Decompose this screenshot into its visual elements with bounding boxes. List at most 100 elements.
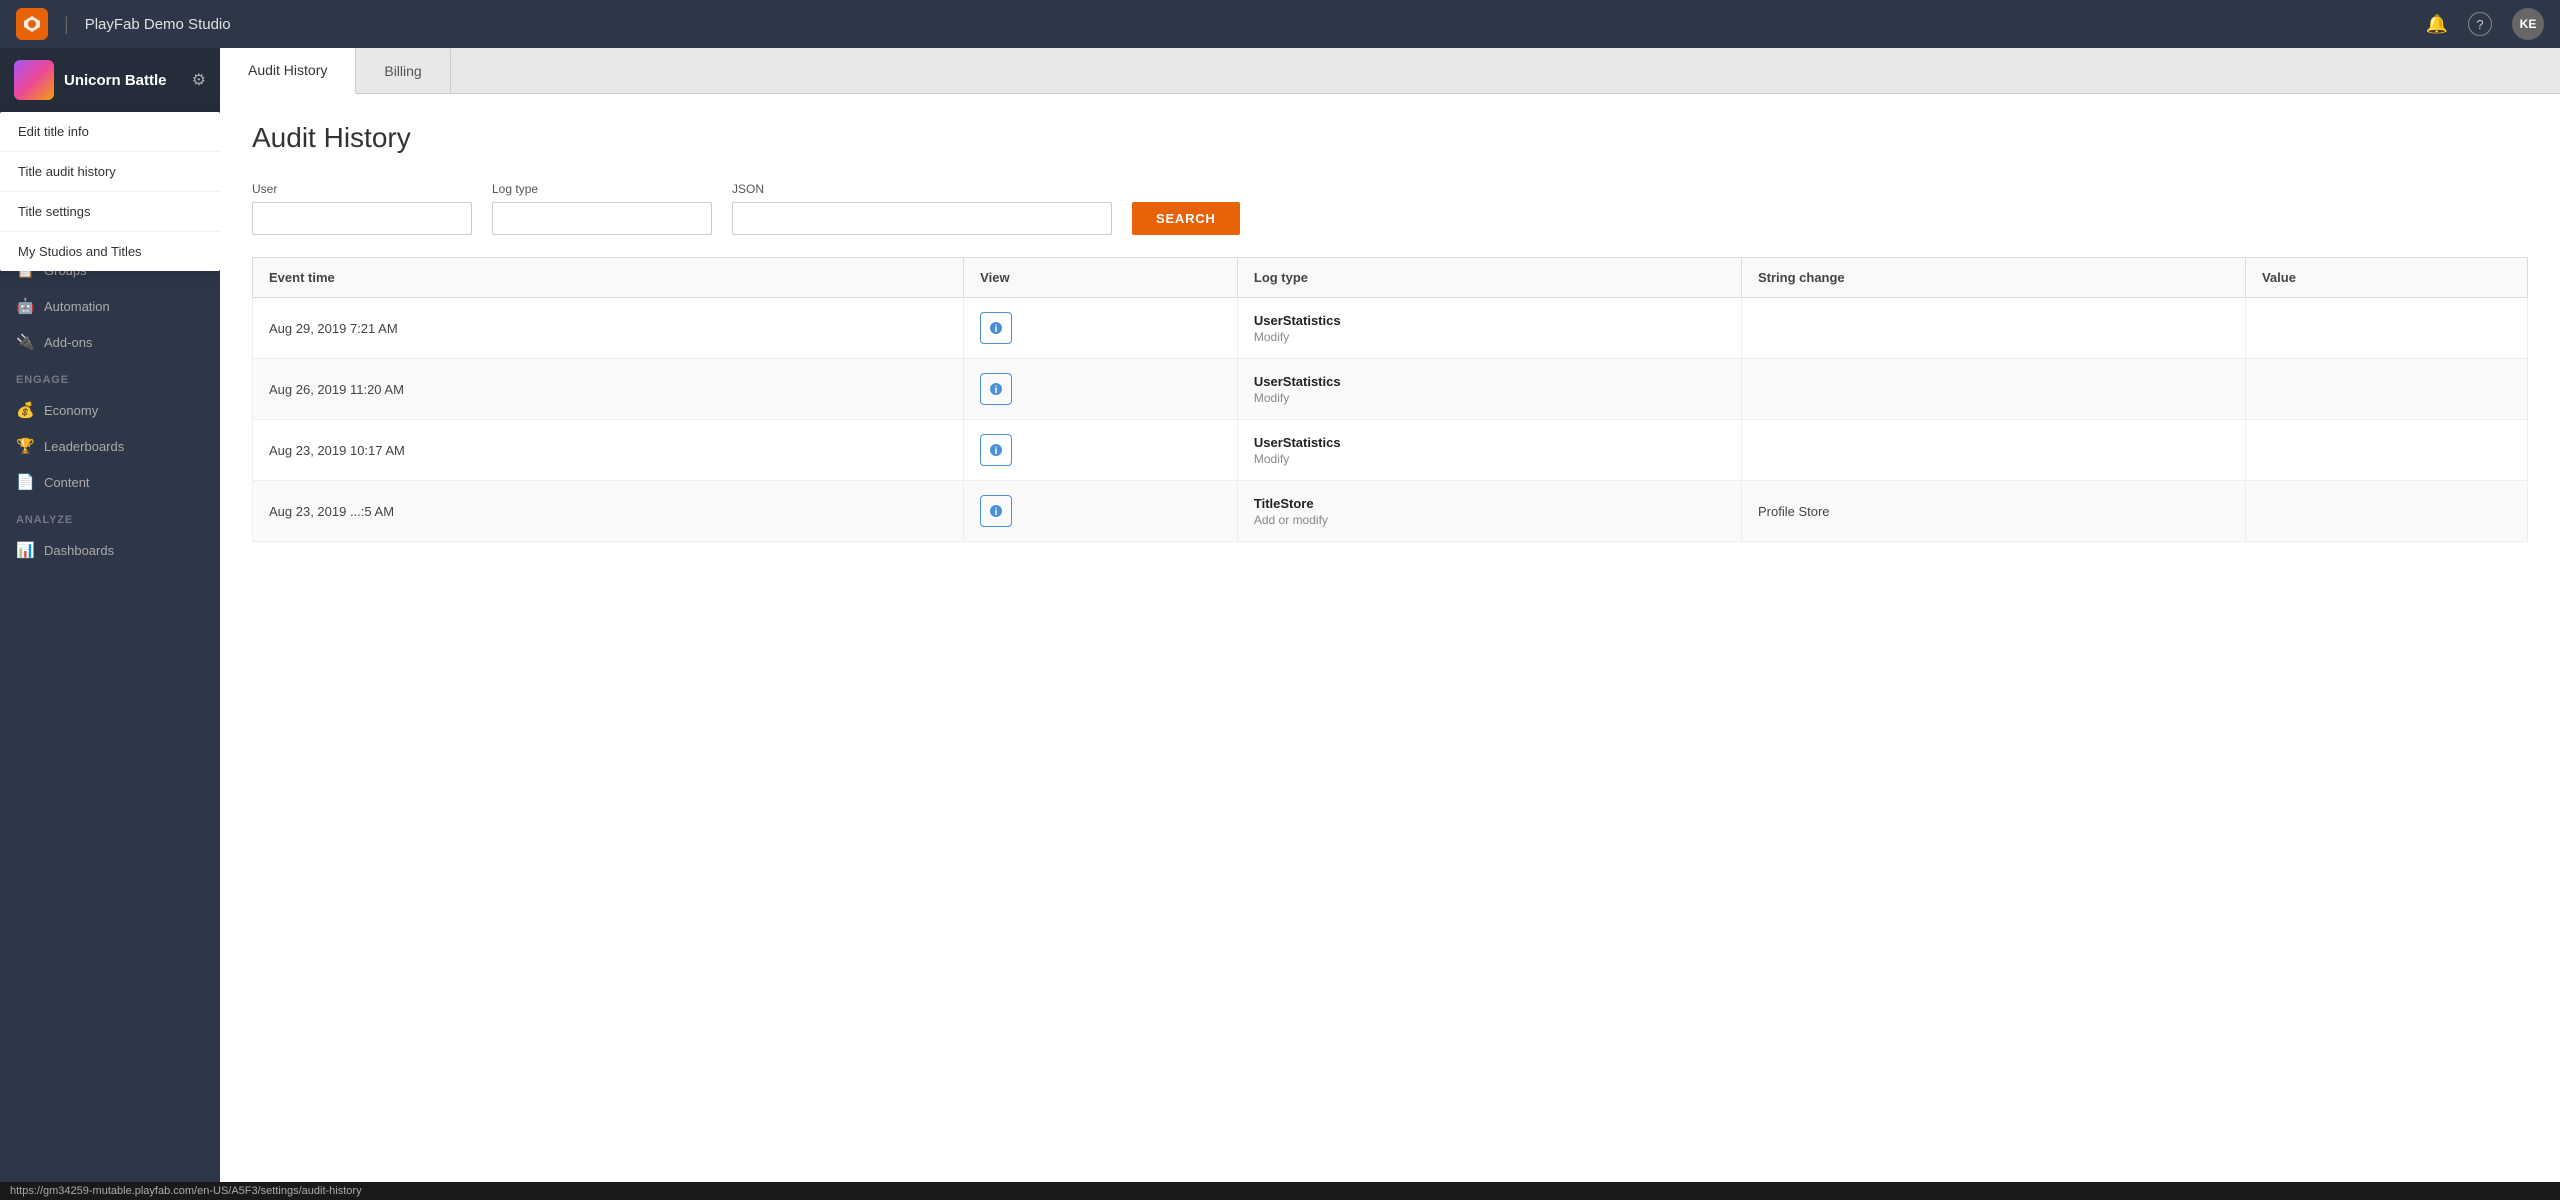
bell-icon[interactable]: 🔔: [2426, 14, 2448, 35]
dropdown-menu: Edit title info Title audit history Titl…: [0, 112, 220, 271]
svg-text:i: i: [995, 446, 998, 457]
dropdown-item-audit[interactable]: Title audit history: [0, 152, 220, 192]
filter-group-user: User: [252, 182, 472, 235]
col-value: Value: [2245, 258, 2527, 298]
sidebar-item-addons[interactable]: 🔌 Add-ons: [0, 324, 220, 360]
col-string-change: String change: [1741, 258, 2245, 298]
view-button[interactable]: i: [980, 495, 1012, 527]
filter-group-json: JSON: [732, 182, 1112, 235]
page-body: Audit History User Log type JSON SEARCH: [220, 94, 2560, 1200]
game-title: Unicorn Battle: [64, 72, 167, 89]
cell-view: i: [964, 359, 1238, 420]
log-type-sub: Add or modify: [1254, 513, 1725, 527]
filter-input-user[interactable]: [252, 202, 472, 235]
tab-bar: Audit History Billing: [220, 48, 2560, 94]
cell-string-change: [1741, 359, 2245, 420]
sidebar-item-leaderboards[interactable]: 🏆 Leaderboards: [0, 428, 220, 464]
user-avatar[interactable]: KE: [2512, 8, 2544, 40]
status-url: https://gm34259-mutable.playfab.com/en-U…: [10, 1185, 362, 1197]
help-icon[interactable]: ?: [2468, 12, 2492, 36]
view-button[interactable]: i: [980, 373, 1012, 405]
filter-label-user: User: [252, 182, 472, 196]
table-row: Aug 23, 2019 ...:5 AM i TitleStore Add or m…: [253, 481, 2528, 542]
cell-log-type: TitleStore Add or modify: [1237, 481, 1741, 542]
addons-icon: 🔌: [16, 333, 34, 351]
studio-name: PlayFab Demo Studio: [85, 16, 231, 33]
sidebar-item-economy[interactable]: 💰 Economy: [0, 392, 220, 428]
cell-event-time: Aug 23, 2019 10:17 AM: [253, 420, 964, 481]
filter-group-logtype: Log type: [492, 182, 712, 235]
col-event-time: Event time: [253, 258, 964, 298]
dropdown-item-studios[interactable]: My Studios and Titles: [0, 232, 220, 271]
cell-event-time: Aug 26, 2019 11:20 AM: [253, 359, 964, 420]
svg-text:i: i: [995, 385, 998, 396]
view-button[interactable]: i: [980, 434, 1012, 466]
sidebar-label-automation: Automation: [44, 299, 110, 314]
log-type-main: UserStatistics: [1254, 374, 1725, 389]
app-logo[interactable]: [16, 8, 48, 40]
log-type-main: TitleStore: [1254, 496, 1725, 511]
table-row: Aug 29, 2019 7:21 AM i UserStatistics Modif…: [253, 298, 2528, 359]
sidebar: Unicorn Battle ⚙ Edit title info Title a…: [0, 48, 220, 1200]
dropdown-item-edit[interactable]: Edit title info: [0, 112, 220, 152]
log-type-sub: Modify: [1254, 391, 1725, 405]
sidebar-label-economy: Economy: [44, 403, 98, 418]
sidebar-header[interactable]: Unicorn Battle ⚙ Edit title info Title a…: [0, 48, 220, 112]
sidebar-label-content: Content: [44, 475, 90, 490]
search-button[interactable]: SEARCH: [1132, 202, 1240, 235]
filter-row: User Log type JSON SEARCH: [252, 182, 2528, 235]
cell-string-change: [1741, 298, 2245, 359]
page-heading: Audit History: [252, 122, 2528, 154]
sidebar-label-leaderboards: Leaderboards: [44, 439, 124, 454]
sidebar-item-content[interactable]: 📄 Content: [0, 464, 220, 500]
game-icon: [14, 60, 54, 100]
content-icon: 📄: [16, 473, 34, 491]
automation-icon: 🤖: [16, 297, 34, 315]
table-row: Aug 26, 2019 11:20 AM i UserStatistics Modi…: [253, 359, 2528, 420]
cell-view: i: [964, 420, 1238, 481]
cell-log-type: UserStatistics Modify: [1237, 420, 1741, 481]
cell-log-type: UserStatistics Modify: [1237, 359, 1741, 420]
cell-string-change: Profile Store: [1741, 481, 2245, 542]
cell-view: i: [964, 298, 1238, 359]
app-layout: Unicorn Battle ⚙ Edit title info Title a…: [0, 48, 2560, 1200]
sidebar-item-dashboards[interactable]: 📊 Dashboards: [0, 532, 220, 568]
cell-event-time: Aug 23, 2019 ...:5 AM: [253, 481, 964, 542]
cell-string-change: [1741, 420, 2245, 481]
dashboards-icon: 📊: [16, 541, 34, 559]
cell-log-type: UserStatistics Modify: [1237, 298, 1741, 359]
navbar-divider: |: [64, 14, 69, 35]
cell-view: i: [964, 481, 1238, 542]
cell-value: [2245, 298, 2527, 359]
col-log-type: Log type: [1237, 258, 1741, 298]
navbar: | PlayFab Demo Studio 🔔 ? KE: [0, 0, 2560, 48]
audit-table: Event time View Log type String change V…: [252, 257, 2528, 542]
sidebar-item-automation[interactable]: 🤖 Automation: [0, 288, 220, 324]
cell-value: [2245, 359, 2527, 420]
log-type-main: UserStatistics: [1254, 313, 1725, 328]
filter-input-json[interactable]: [732, 202, 1112, 235]
gear-icon[interactable]: ⚙: [192, 70, 206, 90]
table-row: Aug 23, 2019 10:17 AM i UserStatistics Modi…: [253, 420, 2528, 481]
dropdown-item-settings[interactable]: Title settings: [0, 192, 220, 232]
filter-input-logtype[interactable]: [492, 202, 712, 235]
cell-value: [2245, 481, 2527, 542]
log-type-sub: Modify: [1254, 452, 1725, 466]
log-type-sub: Modify: [1254, 330, 1725, 344]
tab-billing[interactable]: Billing: [356, 49, 450, 93]
cell-event-time: Aug 29, 2019 7:21 AM: [253, 298, 964, 359]
svg-text:i: i: [995, 324, 998, 335]
main-content: Audit History Billing Audit History User…: [220, 48, 2560, 1200]
log-type-main: UserStatistics: [1254, 435, 1725, 450]
section-label-engage: ENGAGE: [0, 360, 220, 392]
navbar-right: 🔔 ? KE: [2426, 8, 2544, 40]
tab-audit-history[interactable]: Audit History: [220, 48, 356, 94]
cell-value: [2245, 420, 2527, 481]
filter-label-json: JSON: [732, 182, 1112, 196]
view-button[interactable]: i: [980, 312, 1012, 344]
section-label-analyze: ANALYZE: [0, 500, 220, 532]
col-view: View: [964, 258, 1238, 298]
status-bar: https://gm34259-mutable.playfab.com/en-U…: [0, 1182, 2560, 1200]
leaderboards-icon: 🏆: [16, 437, 34, 455]
sidebar-label-addons: Add-ons: [44, 335, 92, 350]
